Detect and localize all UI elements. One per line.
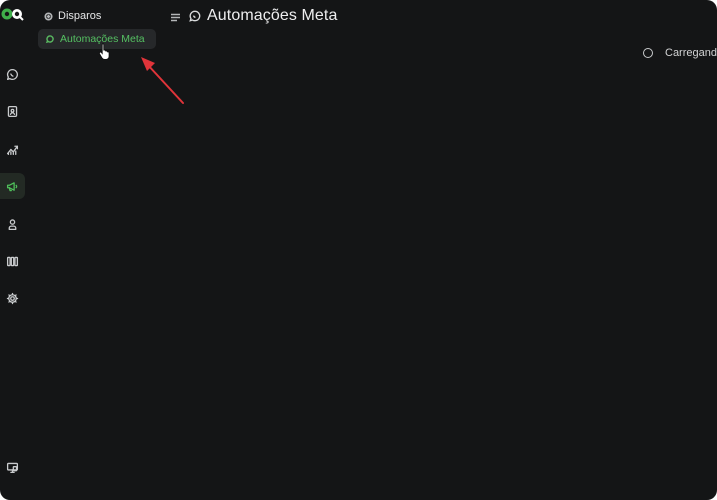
hand-cursor-icon [98,43,110,60]
monitor-icon [6,462,19,473]
sidebar-item-kanban[interactable] [0,248,25,274]
contact-book-icon [7,105,18,117]
sidebar-item-screen[interactable] [0,454,25,480]
annotation-arrow-icon [141,57,184,104]
megaphone-icon [6,181,18,191]
sidebar-item-users[interactable] [0,211,25,237]
app-window: Disparos Automações Meta Automações Meta… [0,0,717,500]
broadcast-icon [44,11,53,21]
gear-icon [6,292,19,304]
sidebar-item-settings[interactable] [0,285,25,311]
subnav-item-automacoes-meta[interactable]: Automações Meta [38,29,156,49]
page-title: Automações Meta [207,7,338,24]
sidebar-item-reports[interactable] [0,136,25,162]
spinner-icon [643,48,653,58]
chat-bubble-icon [46,35,54,43]
user-stack-icon [8,218,17,230]
icon-sidebar [0,0,26,500]
sidebar-item-contacts[interactable] [0,98,25,124]
chat-bubble-icon [6,68,18,80]
loading-indicator: Carregand [643,45,717,61]
trend-chart-icon [6,145,19,155]
columns-icon [6,256,19,266]
page-header: Automações Meta [189,5,337,27]
nav-group-title: Disparos [58,10,102,22]
sidebar-item-campaigns[interactable] [0,173,25,199]
menu-lines-icon [171,13,180,22]
loading-text: Carregand [665,47,717,59]
logo-icon[interactable] [1,7,25,21]
nav-group-disparos[interactable]: Disparos [44,8,101,24]
chat-bubble-icon [189,10,201,22]
menu-toggle-button[interactable] [170,10,181,22]
sidebar-item-chat[interactable] [0,61,25,87]
